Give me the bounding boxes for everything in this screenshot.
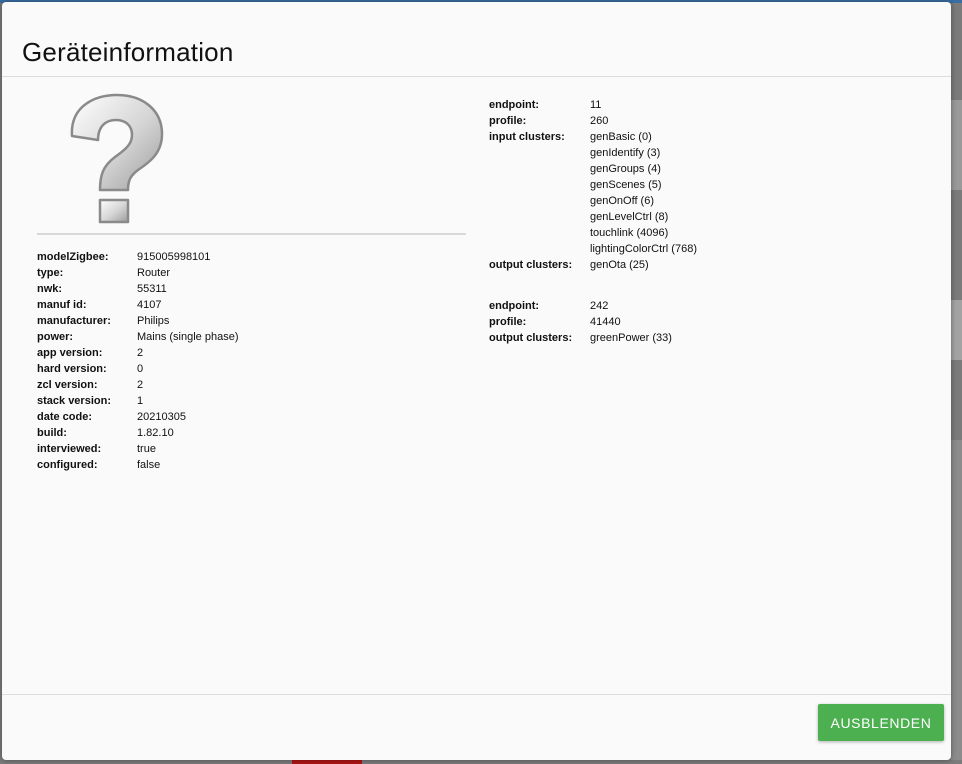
info-label: type: xyxy=(37,267,64,279)
device-info-dialog: Geräteinformation modelZigbee: 9150059981… xyxy=(2,2,951,760)
info-label: manuf id: xyxy=(37,299,87,311)
info-value: 4107 xyxy=(137,299,162,311)
info-label: output clusters: xyxy=(489,259,573,271)
info-label xyxy=(489,209,590,225)
info-value: true xyxy=(137,443,156,455)
info-row: zcl version: 2 xyxy=(37,377,239,393)
info-label: zcl version: xyxy=(37,379,98,391)
info-value: false xyxy=(137,459,161,471)
info-value: greenPower (33) xyxy=(590,332,672,344)
info-row: output clusters: greenPower (33) xyxy=(489,330,672,346)
info-label: hard version: xyxy=(37,363,107,375)
info-row: genIdentify (3) xyxy=(489,145,697,161)
info-label xyxy=(489,225,590,241)
info-value: 11 xyxy=(590,99,602,111)
info-label: profile: xyxy=(489,115,527,127)
info-value: 2 xyxy=(137,347,144,359)
info-value: lightingColorCtrl (768) xyxy=(590,243,697,255)
endpoint-table: endpoint: 242 profile: 41440 output clusters… xyxy=(489,298,672,346)
info-value: Mains (single phase) xyxy=(137,331,239,343)
info-row: app version: 2 xyxy=(37,345,239,361)
device-info-table: modelZigbee: 915005998101 type: Router nwk: 5… xyxy=(37,249,239,473)
info-value: 2 xyxy=(137,379,144,391)
info-label: modelZigbee: xyxy=(37,251,109,263)
info-label: manufacturer: xyxy=(37,315,111,327)
endpoint-table: endpoint: 11 profile: 260 input clusters: gen… xyxy=(489,97,697,273)
info-value: 1 xyxy=(137,395,144,407)
info-value: 20210305 xyxy=(137,411,186,423)
info-row: genScenes (5) xyxy=(489,177,697,193)
info-label: build: xyxy=(37,427,67,439)
info-label: profile: xyxy=(489,316,527,328)
info-row: touchlink (4096) xyxy=(489,225,697,241)
info-value: genOta (25) xyxy=(590,259,649,271)
image-divider xyxy=(37,233,466,235)
info-value: genGroups (4) xyxy=(590,163,661,175)
info-row: lightingColorCtrl (768) xyxy=(489,241,697,257)
info-row: stack version: 1 xyxy=(37,393,239,409)
info-label: input clusters: xyxy=(489,131,565,143)
info-row: configured: false xyxy=(37,457,239,473)
info-value: genOnOff (6) xyxy=(590,195,654,207)
info-row: genLevelCtrl (8) xyxy=(489,209,697,225)
info-label: configured: xyxy=(37,459,98,471)
info-label xyxy=(489,177,590,193)
hide-button[interactable]: AUSBLENDEN xyxy=(818,704,944,741)
info-value: 915005998101 xyxy=(137,251,211,263)
info-row: genOnOff (6) xyxy=(489,193,697,209)
info-label xyxy=(489,145,590,161)
info-row: power: Mains (single phase) xyxy=(37,329,239,345)
info-label: stack version: xyxy=(37,395,111,407)
info-value: 0 xyxy=(137,363,144,375)
info-label: date code: xyxy=(37,411,93,423)
dialog-title: Geräteinformation xyxy=(22,37,234,67)
info-value: 1.82.10 xyxy=(137,427,174,439)
info-row: interviewed: true xyxy=(37,441,239,457)
info-value: 41440 xyxy=(590,316,621,328)
info-row: date code: 20210305 xyxy=(37,409,239,425)
info-label: power: xyxy=(37,331,74,343)
info-value: genBasic (0) xyxy=(590,131,652,143)
background-panel xyxy=(951,440,962,760)
info-row: manuf id: 4107 xyxy=(37,297,239,313)
info-label: endpoint: xyxy=(489,300,540,312)
info-row: input clusters: genBasic (0) xyxy=(489,129,697,145)
info-label: endpoint: xyxy=(489,99,540,111)
info-label xyxy=(489,161,590,177)
info-value: 242 xyxy=(590,300,609,312)
info-label: output clusters: xyxy=(489,332,573,344)
info-row: build: 1.82.10 xyxy=(37,425,239,441)
info-row: endpoint: 11 xyxy=(489,97,697,113)
info-value: genScenes (5) xyxy=(590,179,662,191)
info-row: manufacturer: Philips xyxy=(37,313,239,329)
info-value: genIdentify (3) xyxy=(590,147,661,159)
info-value: genLevelCtrl (8) xyxy=(590,211,669,223)
info-value: touchlink (4096) xyxy=(590,227,669,239)
info-label: interviewed: xyxy=(37,443,102,455)
info-label xyxy=(489,241,590,257)
info-value: Philips xyxy=(137,315,170,327)
info-label: app version: xyxy=(37,347,103,359)
info-row: output clusters: genOta (25) xyxy=(489,257,697,273)
info-value: 260 xyxy=(590,115,609,127)
info-row: profile: 41440 xyxy=(489,314,672,330)
dialog-footer xyxy=(2,694,951,760)
background-panel xyxy=(951,100,962,190)
info-value: 55311 xyxy=(137,283,167,295)
info-label: nwk: xyxy=(37,283,63,295)
info-label xyxy=(489,193,590,209)
info-row: nwk: 55311 xyxy=(37,281,239,297)
info-row: type: Router xyxy=(37,265,239,281)
info-row: profile: 260 xyxy=(489,113,697,129)
background-panel xyxy=(951,300,962,360)
info-row: modelZigbee: 915005998101 xyxy=(37,249,239,265)
info-value: Router xyxy=(137,267,171,279)
info-row: endpoint: 242 xyxy=(489,298,672,314)
info-row: hard version: 0 xyxy=(37,361,239,377)
info-row: genGroups (4) xyxy=(489,161,697,177)
question-mark-icon xyxy=(70,93,164,224)
